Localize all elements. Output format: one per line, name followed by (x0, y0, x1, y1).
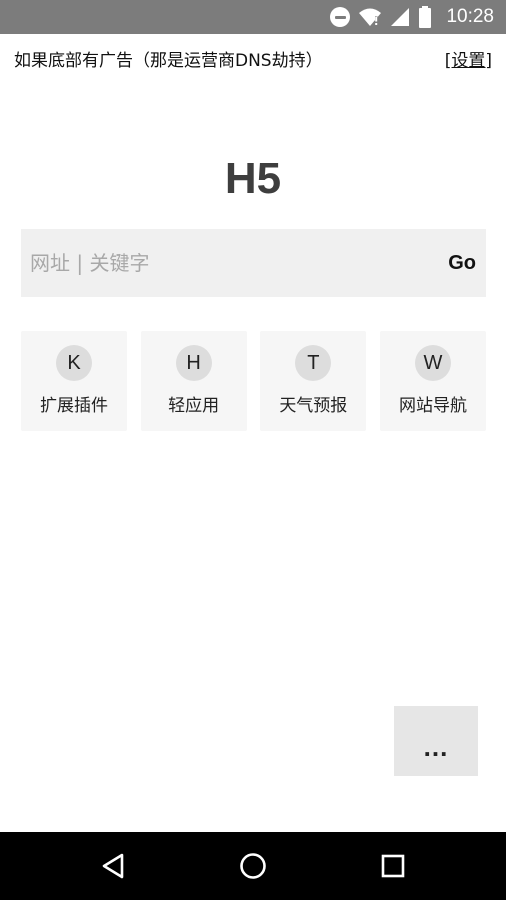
shortcut-badge: T (295, 345, 332, 381)
go-button[interactable]: Go (424, 229, 486, 297)
battery-icon (418, 6, 432, 28)
shortcut-label: 网站导航 (398, 396, 467, 416)
search-input[interactable] (21, 229, 424, 297)
back-icon (102, 853, 124, 879)
more-label: ... (423, 732, 449, 762)
page-title: H5 (224, 154, 282, 203)
more-button[interactable]: ... (394, 706, 478, 776)
signal-icon (390, 7, 410, 27)
settings-link[interactable]: [设置] (445, 46, 492, 71)
shortcut-label: 扩展插件 (40, 396, 108, 416)
dns-notice-text: 如果底部有广告（那是运营商DNS劫持） (14, 51, 323, 71)
shortcut-badge: K (56, 345, 92, 381)
status-time: 10:28 (446, 6, 494, 27)
status-bar: 10:28 (0, 0, 506, 34)
recents-button[interactable] (353, 832, 433, 900)
home-button[interactable] (213, 832, 293, 900)
shortcut-badge: H (175, 345, 212, 381)
shortcut-label: 天气预报 (279, 396, 348, 416)
shortcut-site-navigation[interactable]: W 网站导航 (379, 331, 486, 431)
shortcut-extensions[interactable]: K 扩展插件 (21, 331, 127, 431)
shortcut-label: 轻应用 (168, 396, 220, 416)
do-not-disturb-icon (330, 7, 351, 27)
wifi-icon (358, 7, 382, 27)
back-button[interactable] (73, 832, 153, 900)
navigation-bar (0, 832, 506, 900)
recents-icon (381, 854, 405, 878)
home-icon (240, 853, 266, 879)
search-bar: Go (21, 229, 486, 297)
shortcut-light-apps[interactable]: H 轻应用 (140, 331, 247, 431)
shortcut-badge: W (414, 345, 451, 381)
shortcut-weather[interactable]: T 天气预报 (260, 331, 367, 431)
shortcut-tiles: K 扩展插件 H 轻应用 T 天气预报 W 网站导航 (21, 331, 486, 431)
